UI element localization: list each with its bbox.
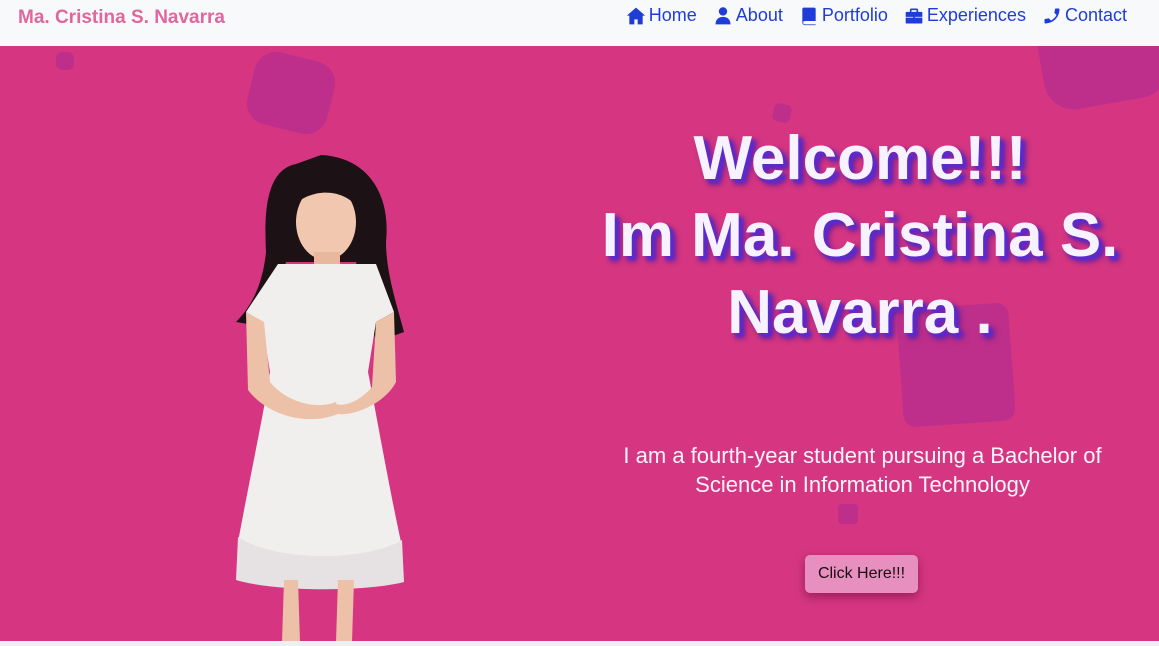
- hero-section: Welcome!!! Im Ma. Cristina S. Navarra . …: [0, 46, 1159, 641]
- briefcase-icon: [905, 8, 923, 23]
- profile-photo: [236, 155, 404, 641]
- nav-contact-label: Contact: [1064, 5, 1127, 25]
- book-icon: [802, 7, 816, 25]
- nav-links: Home About Portfolio Experiences Contact: [626, 5, 1127, 26]
- headline-line-1: Welcome!!!: [693, 124, 1027, 193]
- nav-portfolio[interactable]: Portfolio: [799, 5, 888, 26]
- nav-home[interactable]: Home: [626, 5, 697, 26]
- decorative-square: [838, 504, 858, 524]
- page-bottom-edge: [0, 641, 1159, 646]
- nav-home-label: Home: [648, 5, 697, 25]
- navbar: Ma. Cristina S. Navarra Home About Portf…: [0, 0, 1159, 46]
- brand-logo-text[interactable]: Ma. Cristina S. Navarra: [18, 7, 225, 29]
- hero-headline: Welcome!!! Im Ma. Cristina S. Navarra .: [580, 120, 1140, 351]
- phone-icon: [1044, 8, 1060, 23]
- home-icon: [626, 7, 645, 24]
- decorative-square: [242, 47, 340, 139]
- nav-contact[interactable]: Contact: [1042, 5, 1127, 26]
- click-here-button[interactable]: Click Here!!!: [805, 555, 918, 593]
- nav-portfolio-label: Portfolio: [821, 5, 888, 25]
- nav-experiences[interactable]: Experiences: [904, 5, 1026, 26]
- decorative-square: [1032, 46, 1159, 115]
- headline-line-3: Navarra .: [727, 278, 993, 347]
- headline-line-2: Im Ma. Cristina S.: [601, 201, 1119, 270]
- nav-experiences-label: Experiences: [926, 5, 1026, 25]
- user-icon: [715, 6, 731, 24]
- nav-about-label: About: [735, 5, 783, 25]
- nav-about[interactable]: About: [713, 5, 783, 26]
- hero-subtext: I am a fourth-year student pursuing a Ba…: [623, 443, 1102, 497]
- decorative-square: [56, 52, 74, 70]
